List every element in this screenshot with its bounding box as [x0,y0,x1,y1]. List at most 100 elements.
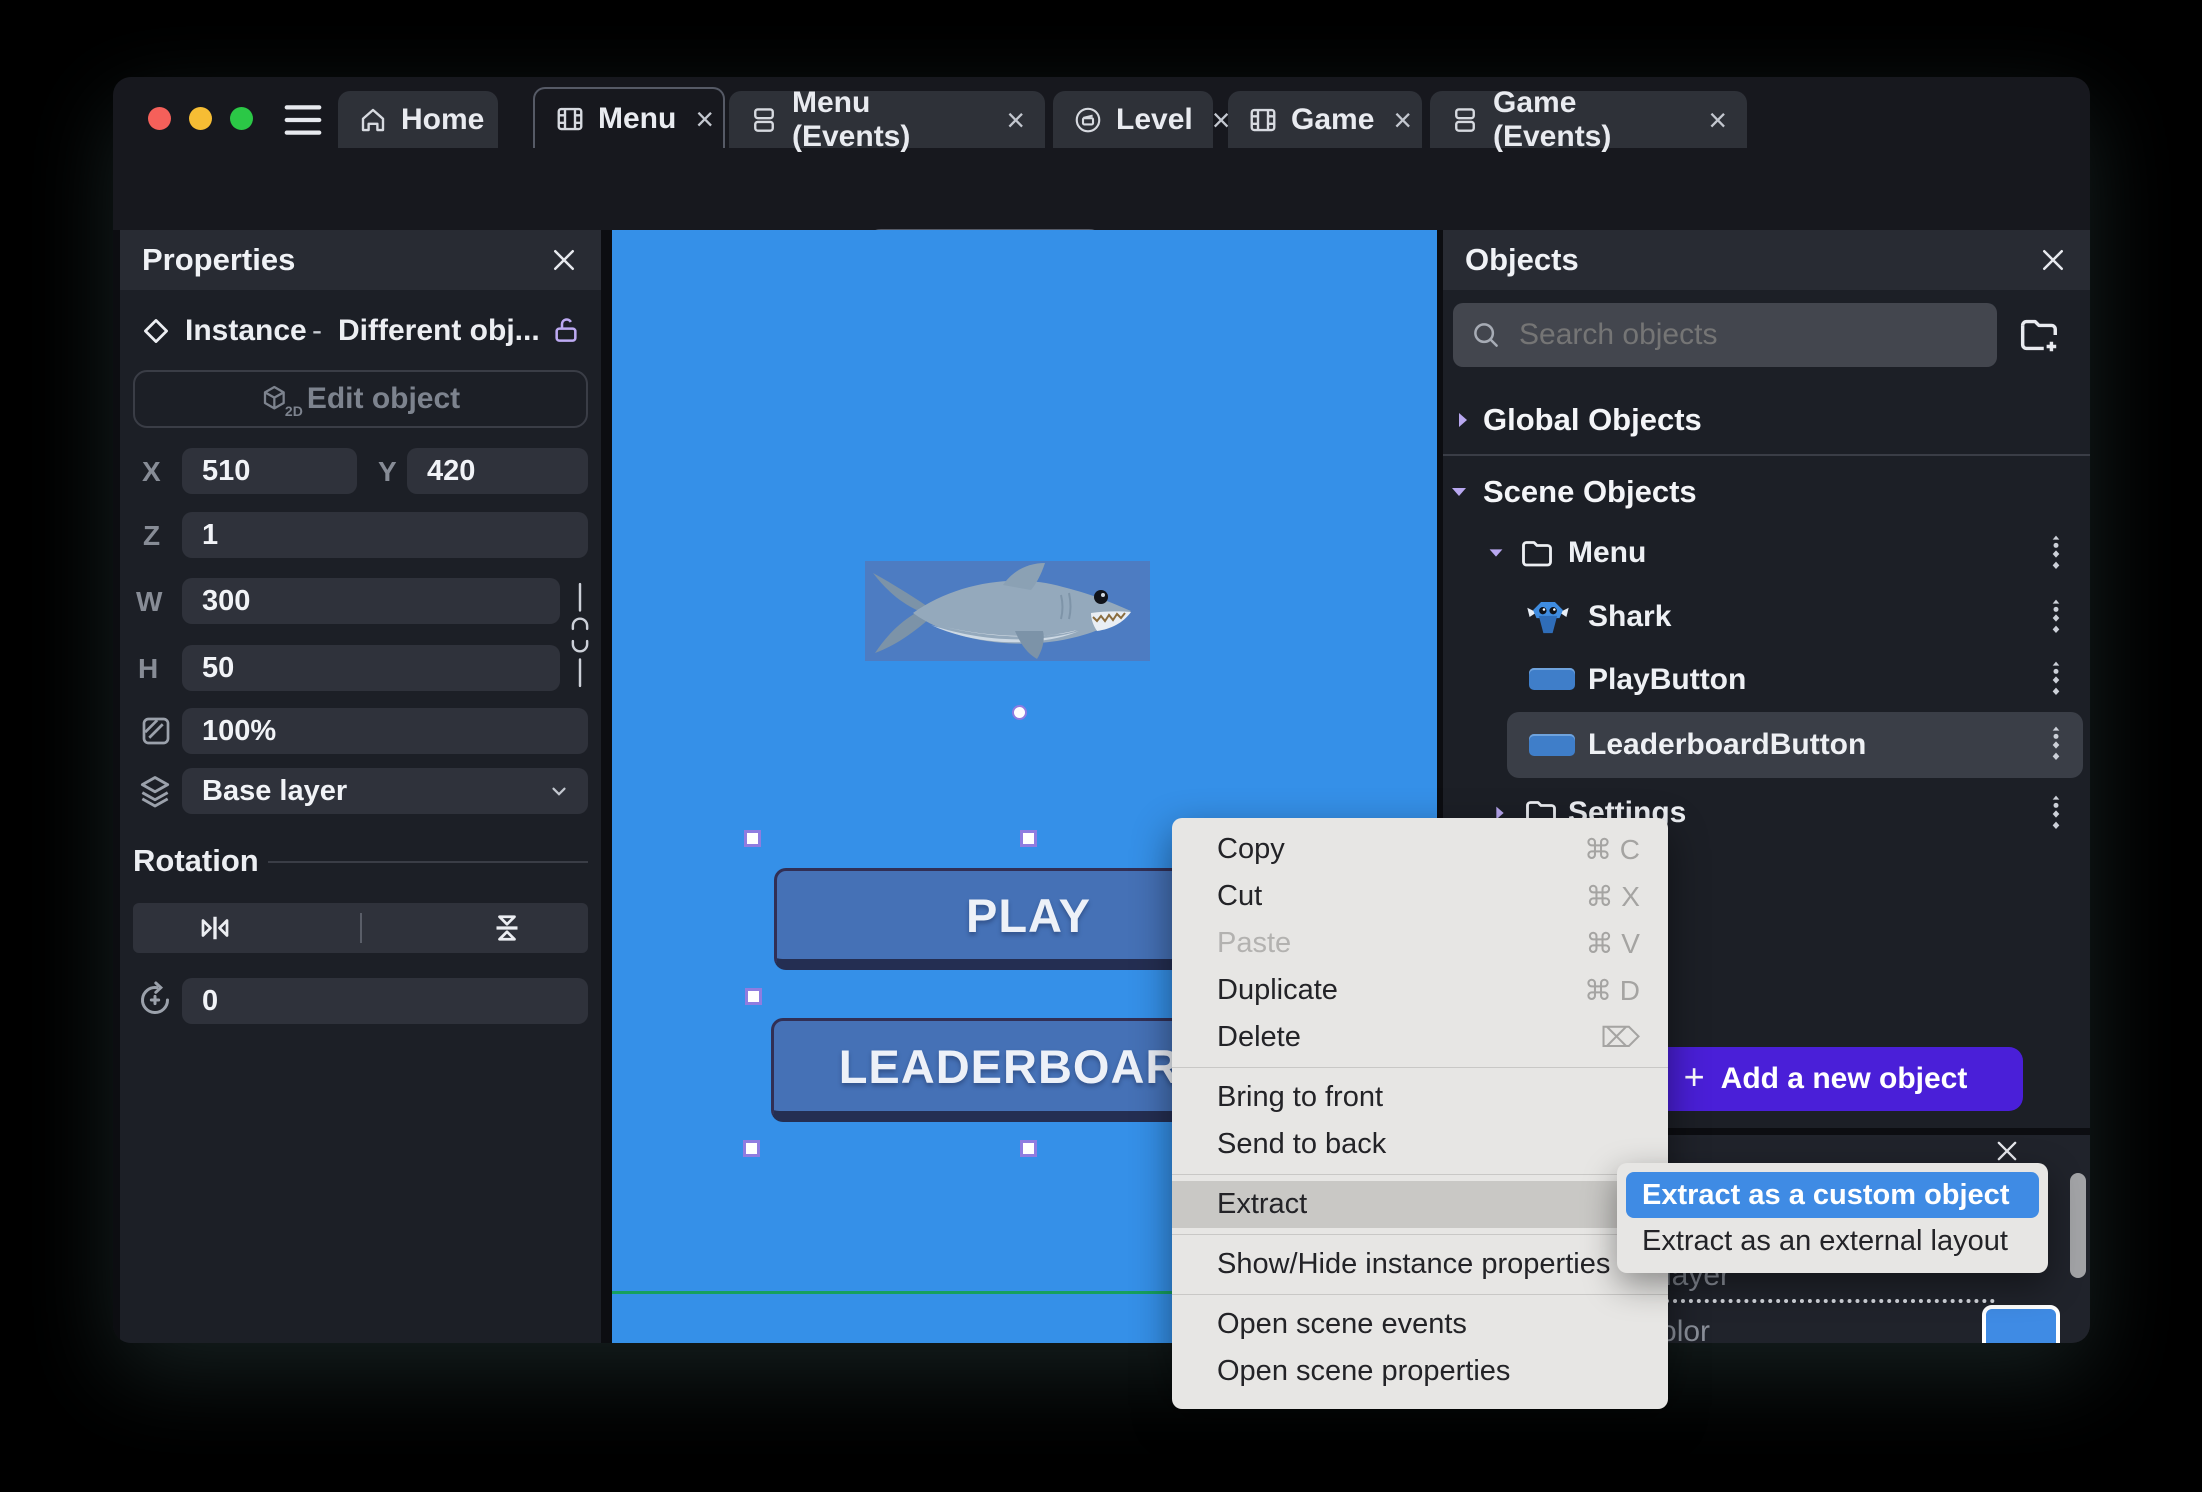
opacity-field[interactable] [182,708,588,754]
kebab-menu-icon[interactable] [2045,598,2067,638]
caret-right-icon [1451,408,1475,432]
selection-handle-top-center[interactable] [1020,830,1037,847]
menu-item-show-hide-instance-properties[interactable]: Show/Hide instance properties [1172,1241,1668,1288]
close-icon[interactable] [549,245,579,275]
tree-label: Shark [1588,600,1672,633]
group-label: Global Objects [1483,402,1702,437]
hamburger-menu-icon[interactable] [281,102,325,138]
traffic-light-minimize[interactable] [189,107,212,130]
rotate-icon [135,980,175,1020]
flip-horizontal-button[interactable] [197,910,233,946]
caret-down-icon[interactable] [1485,542,1507,564]
link-dimensions-icon[interactable] [566,582,594,688]
selection-rotate-handle[interactable] [1012,705,1027,720]
objects-title: Objects [1465,242,1579,277]
flip-vertical-button[interactable] [489,910,525,946]
close-icon[interactable] [1993,1137,2021,1165]
close-icon[interactable] [2038,245,2068,275]
layer-select-value: Base layer [202,774,348,807]
menu-item-copy[interactable]: Copy ⌘ C [1172,826,1668,873]
tree-row-shark[interactable]: Shark [1443,586,2090,648]
color-swatch[interactable] [1982,1305,2060,1343]
tab-menu[interactable]: Menu × [533,87,725,148]
menu-item-label: Duplicate [1217,974,1338,1006]
menu-item-cut[interactable]: Cut ⌘ X [1172,873,1668,920]
layer-select[interactable]: Base layer [182,768,588,814]
traffic-light-zoom[interactable] [230,107,253,130]
rotation-field[interactable] [182,978,588,1024]
kebab-menu-icon[interactable] [2045,534,2067,574]
tab-label: Menu [598,101,677,135]
tab-close-icon[interactable]: × [1708,104,1727,136]
menu-item-extract[interactable]: Extract › [1172,1181,1668,1228]
menu-item-duplicate[interactable]: Duplicate ⌘ D [1172,967,1668,1014]
menu-item-open-scene-properties[interactable]: Open scene properties [1172,1348,1668,1395]
h-field[interactable] [182,645,560,691]
add-new-object-button[interactable]: + Add a new object [1628,1047,2023,1111]
menu-item-label: Paste [1217,927,1292,959]
menu-item-bring-to-front[interactable]: Bring to front [1172,1074,1668,1121]
tree-row-leaderboardbutton[interactable]: LeaderboardButton [1507,712,2083,778]
y-field[interactable] [407,448,588,494]
scene-icon [1248,105,1278,135]
button-object-icon [1529,734,1575,756]
tab-game-events[interactable]: Game (Events) × [1430,86,1747,153]
tab-close-icon[interactable]: × [695,103,714,135]
properties-panel: Properties Instance - Different obj... 2… [120,230,601,1343]
menu-item-shortcut: ⌘ X [1585,881,1640,912]
scene-icon [555,104,585,134]
cube-2d-icon: 2D [261,383,303,419]
kebab-menu-icon[interactable] [2045,794,2067,834]
kebab-menu-icon[interactable] [2045,660,2067,700]
selection-handle-bottom-center[interactable] [1020,1140,1037,1157]
group-label: Scene Objects [1483,474,1697,509]
tab-level[interactable]: Level × [1053,91,1230,148]
menu-item-delete[interactable]: Delete ⌦ [1172,1014,1668,1061]
selection-handle-bottom-left[interactable] [743,1140,760,1157]
flip-toolbar-divider [359,913,362,943]
search-icon [1471,320,1501,350]
tab-close-icon[interactable]: × [1393,104,1412,136]
properties-header: Properties [120,230,601,290]
scrollbar-thumb[interactable] [2070,1173,2086,1278]
x-field[interactable] [182,448,357,494]
instance-type-label: Instance [185,314,307,347]
tree-row-playbutton[interactable]: PlayButton [1443,650,2090,710]
selection-handle-top-left[interactable] [744,830,761,847]
objects-header: Objects [1443,230,2090,290]
submenu-item-label: Extract as a custom object [1642,1178,2010,1211]
edit-object-label: Edit object [306,382,461,415]
tab-home[interactable]: Home [338,91,498,148]
search-input[interactable] [1453,303,1997,367]
menu-item-send-to-back[interactable]: Send to back [1172,1121,1668,1168]
lock-open-icon[interactable] [550,314,582,346]
submenu-item-extract-external-layout[interactable]: Extract as an external layout [1626,1218,2039,1264]
tab-game[interactable]: Game × [1228,91,1422,148]
button-object-icon [1529,668,1575,690]
tree-row-menu-folder[interactable]: Menu [1443,522,2090,584]
traffic-light-close[interactable] [148,107,171,130]
group-row-scene-objects[interactable]: Scene Objects [1443,470,2090,514]
menu-item-open-scene-events[interactable]: Open scene events [1172,1301,1668,1348]
add-folder-icon[interactable] [2015,312,2061,358]
group-row-global-objects[interactable]: Global Objects [1443,398,2090,442]
search-field[interactable] [1517,317,1961,353]
z-field[interactable] [182,512,588,558]
menu-item-label: Bring to front [1217,1081,1384,1113]
w-field[interactable] [182,578,560,624]
shark-sprite[interactable] [865,561,1150,661]
menu-item-shortcut: ⌘ D [1584,975,1640,1006]
kebab-menu-icon[interactable] [2045,725,2067,765]
x-label: X [142,456,161,487]
tab-close-icon[interactable]: × [1006,104,1025,136]
submenu-item-extract-custom-object[interactable]: Extract as a custom object [1626,1172,2039,1218]
tab-menu-events[interactable]: Menu (Events) × [729,86,1045,153]
tree-label: PlayButton [1588,663,1747,696]
menu-item-label: Delete [1217,1021,1301,1053]
edit-object-button[interactable]: 2D Edit object [133,370,588,428]
tab-label: Game (Events) [1493,85,1612,153]
selection-handle-middle-left[interactable] [745,988,762,1005]
folder-icon [1519,535,1555,571]
menu-item-label: Open scene properties [1217,1355,1511,1387]
tree-label: LeaderboardButton [1588,728,1867,761]
